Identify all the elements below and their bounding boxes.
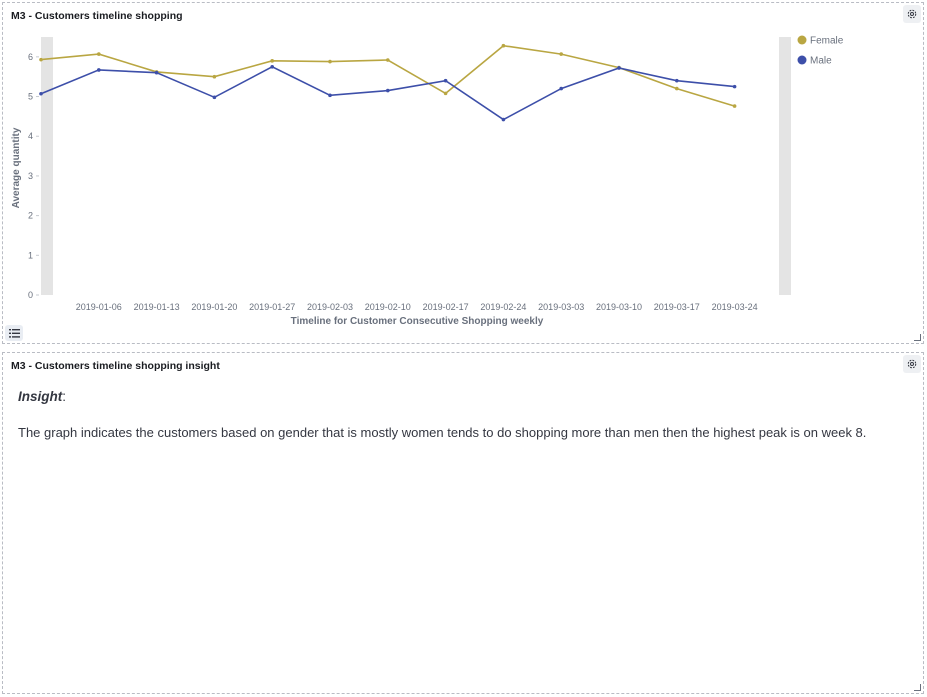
y-tick-label: 6 xyxy=(28,52,33,62)
insight-colon: : xyxy=(62,389,67,404)
data-point-female xyxy=(97,52,101,56)
data-point-male xyxy=(97,68,101,72)
x-tick-label: 2019-03-10 xyxy=(596,302,642,312)
data-point-male xyxy=(212,95,217,100)
y-tick-label: 5 xyxy=(28,92,33,102)
y-tick-label: 4 xyxy=(28,131,33,141)
series-line-female xyxy=(40,44,735,107)
data-point-male xyxy=(559,86,563,91)
data-point-male xyxy=(617,66,621,70)
insight-heading: Insight: xyxy=(18,389,66,404)
list-icon xyxy=(8,328,20,338)
x-tick-label: 2019-03-17 xyxy=(654,302,700,312)
chart-panel: M3 - Customers timeline shopping 0123456… xyxy=(2,2,924,344)
left-band xyxy=(41,37,53,295)
x-tick-label: 2019-03-24 xyxy=(712,302,758,312)
y-axis-title: Average quantity xyxy=(11,127,22,208)
x-tick-label: 2019-02-10 xyxy=(365,302,411,312)
data-point-male xyxy=(501,117,506,122)
resize-handle-icon[interactable] xyxy=(914,684,921,691)
legend-marker-female xyxy=(797,35,807,45)
data-point-male xyxy=(443,78,448,83)
y-tick-label: 3 xyxy=(28,171,33,181)
data-point-female xyxy=(328,59,332,64)
data-point-female xyxy=(501,43,506,48)
data-point-male xyxy=(270,64,275,69)
x-tick-label: 2019-01-27 xyxy=(249,302,295,312)
legend-toggle-button[interactable] xyxy=(5,325,23,341)
right-band xyxy=(779,37,791,295)
series-line-male xyxy=(40,65,735,121)
data-point-male xyxy=(732,84,737,89)
insight-label: Insight xyxy=(18,389,63,404)
insight-text: The graph indicates the customers based … xyxy=(18,425,867,440)
x-tick-label: 2019-01-06 xyxy=(76,302,122,312)
data-point-female xyxy=(559,52,563,56)
data-point-female xyxy=(39,57,43,62)
data-point-female xyxy=(386,58,390,62)
x-tick-label: 2019-01-20 xyxy=(191,302,237,312)
data-point-female xyxy=(443,91,448,96)
insight-panel: M3 - Customers timeline shopping insight… xyxy=(2,352,924,694)
data-point-male xyxy=(675,78,679,83)
data-point-female xyxy=(675,86,679,91)
data-point-male xyxy=(154,70,159,75)
y-tick-label: 0 xyxy=(28,290,33,300)
legend-label-male: Male xyxy=(810,56,832,67)
legend-marker-male xyxy=(797,55,807,65)
x-tick-label: 2019-02-17 xyxy=(423,302,469,312)
insight-panel-title: M3 - Customers timeline shopping insight xyxy=(11,360,220,372)
resize-handle-icon[interactable] xyxy=(914,334,921,341)
y-tick-label: 1 xyxy=(28,250,33,260)
data-point-male xyxy=(39,91,43,96)
line-chart: 0 1 2 3 4 5 6 2019-01-06 2019-01-13 2019-01-20 201… xyxy=(11,35,844,327)
y-tick-label: 2 xyxy=(28,211,33,221)
data-point-female xyxy=(270,59,275,63)
x-axis-title: Timeline for Customer Consecutive Shoppi… xyxy=(291,316,544,327)
data-point-female xyxy=(732,104,737,108)
settings-button[interactable] xyxy=(903,355,921,373)
legend-label-female: Female xyxy=(810,36,844,47)
data-point-female xyxy=(212,74,217,79)
x-tick-label: 2019-02-24 xyxy=(480,302,526,312)
data-point-male xyxy=(328,93,332,98)
x-tick-label: 2019-02-03 xyxy=(307,302,353,312)
x-tick-label: 2019-03-03 xyxy=(538,302,584,312)
data-point-male xyxy=(386,88,390,93)
gear-icon xyxy=(907,359,917,369)
x-tick-label: 2019-01-13 xyxy=(134,302,180,312)
